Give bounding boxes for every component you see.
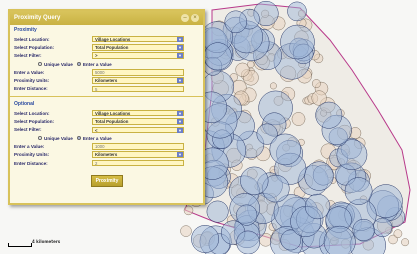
select-filter-value: > (95, 53, 98, 59)
small-proximity-circle (183, 205, 194, 216)
enter-value-radio-label: Enter a Value (82, 61, 112, 67)
enter-value-label: Enter a Value: (14, 69, 45, 75)
small-proximity-circle (393, 229, 403, 238)
scale-bar: 4 kilometers (8, 239, 68, 247)
unique-value-radio-label: Unique Value (44, 61, 73, 67)
optional-value-mode-radio-group: Unique Value Enter a Value (14, 134, 200, 142)
chevron-down-icon: ▼ (177, 36, 183, 42)
chevron-down-icon: ▼ (177, 78, 183, 84)
optional-enter-value-input[interactable]: 1000 (92, 143, 184, 150)
large-proximity-circle (323, 225, 356, 254)
large-proximity-circle (372, 217, 393, 238)
optional-enter-value-radio[interactable] (76, 136, 81, 141)
optional-select-location-value: Village Locations (95, 110, 131, 116)
large-proximity-circle (315, 101, 343, 129)
panel-title: Proximity Query (14, 15, 61, 21)
large-proximity-circle (304, 161, 334, 191)
optional-unique-value-radio-label: Unique Value (44, 135, 73, 141)
large-proximity-circle (269, 133, 302, 166)
large-proximity-circle (236, 230, 260, 254)
select-population-dropdown[interactable]: Total Population ▼ (92, 44, 184, 51)
select-location-value: Village Locations (95, 36, 131, 42)
enter-distance-label: Enter Distance: (14, 86, 48, 92)
chevron-down-icon: ▼ (177, 127, 183, 133)
chevron-down-icon: ▼ (177, 53, 183, 59)
proximity-section-title: Proximity (14, 27, 37, 33)
small-proximity-circle (291, 112, 306, 126)
optional-select-population-dropdown[interactable]: Total Population ▼ (92, 118, 184, 125)
proximity-units-label: Proximity Units: (14, 78, 50, 84)
proximity-section: Proximity Select Location: Village Locat… (10, 25, 203, 94)
large-proximity-circle (203, 42, 232, 71)
optional-section: Optional Select Location: Village Locati… (10, 99, 203, 188)
optional-unique-value-radio[interactable] (38, 136, 42, 141)
large-proximity-circle (206, 200, 229, 223)
select-location-label: Select Location: (14, 36, 50, 42)
enter-value-input[interactable]: 5000 (92, 69, 184, 76)
large-proximity-circle (304, 193, 331, 220)
small-proximity-circle (269, 82, 277, 90)
large-proximity-circle (344, 177, 373, 205)
optional-enter-distance-label: Enter Distance: (14, 160, 48, 166)
large-proximity-circle (224, 10, 248, 34)
large-proximity-circle (191, 225, 220, 253)
panel-header[interactable]: Proximity Query – × (10, 11, 203, 25)
chevron-down-icon: ▼ (177, 119, 183, 125)
optional-select-filter-label: Select Filter: (14, 127, 42, 133)
chevron-down-icon: ▼ (177, 45, 183, 51)
section-divider (10, 96, 203, 98)
optional-select-location-label: Select Location: (14, 110, 50, 116)
select-location-dropdown[interactable]: Village Locations ▼ (92, 35, 184, 43)
large-proximity-circle (236, 204, 258, 226)
small-proximity-circle (401, 238, 409, 247)
large-proximity-circle (280, 24, 315, 60)
close-icon[interactable]: × (191, 14, 199, 22)
optional-select-population-label: Select Population: (14, 119, 55, 125)
large-proximity-circle (352, 218, 375, 242)
proximity-submit-button[interactable]: Proximity (90, 175, 124, 188)
enter-distance-input[interactable]: 5 (92, 85, 184, 93)
optional-enter-value-radio-label: Enter a Value (82, 135, 112, 141)
small-proximity-circle (247, 60, 255, 69)
select-filter-dropdown[interactable]: > ▼ (92, 52, 184, 59)
value-mode-radio-group: Unique Value Enter a Value (14, 60, 200, 68)
optional-enter-distance-input[interactable]: 2 (92, 159, 184, 167)
optional-select-filter-value: < (95, 127, 98, 133)
large-proximity-circle (240, 166, 269, 195)
proximity-query-panel: Proximity Query – × Proximity Select Loc… (8, 9, 205, 205)
optional-proximity-units-value: Kilometers (95, 152, 118, 158)
scale-bar-line (8, 243, 32, 247)
large-proximity-circle (287, 1, 307, 22)
chevron-down-icon: ▼ (177, 110, 183, 116)
scale-bar-label: 4 kilometers (32, 239, 61, 244)
optional-select-population-value: Total Population (95, 119, 129, 125)
small-proximity-circle (180, 225, 192, 237)
optional-proximity-units-dropdown[interactable]: Kilometers ▼ (92, 151, 184, 158)
optional-select-location-dropdown[interactable]: Village Locations ▼ (92, 109, 184, 117)
select-population-value: Total Population (95, 45, 129, 51)
optional-proximity-units-label: Proximity Units: (14, 152, 50, 158)
small-proximity-circle (311, 79, 321, 89)
select-filter-label: Select Filter: (14, 53, 42, 59)
unique-value-radio[interactable] (38, 62, 42, 67)
proximity-units-dropdown[interactable]: Kilometers ▼ (92, 77, 184, 84)
optional-enter-value-label: Enter a Value: (14, 143, 45, 149)
optional-select-filter-dropdown[interactable]: < ▼ (92, 126, 184, 134)
chevron-down-icon: ▼ (177, 152, 183, 158)
minimize-icon[interactable]: – (181, 14, 189, 22)
optional-section-title: Optional (14, 101, 35, 108)
select-population-label: Select Population: (14, 44, 55, 50)
proximity-units-value: Kilometers (95, 78, 118, 84)
enter-value-radio[interactable] (76, 62, 81, 67)
